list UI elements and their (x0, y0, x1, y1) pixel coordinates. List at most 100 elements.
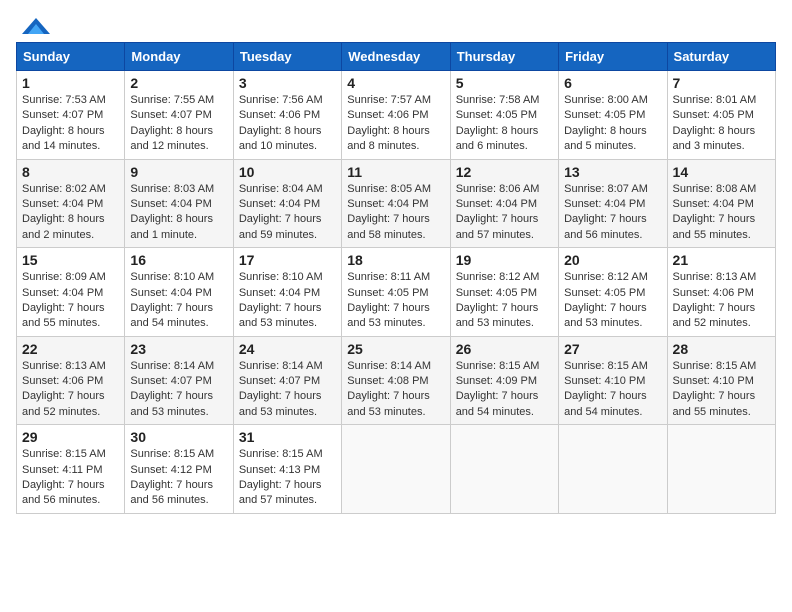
calendar-week-row: 15 Sunrise: 8:09 AM Sunset: 4:04 PM Dayl… (17, 248, 776, 337)
calendar-week-row: 29 Sunrise: 8:15 AM Sunset: 4:11 PM Dayl… (17, 425, 776, 514)
sunset-label: Sunset: 4:04 PM (239, 287, 320, 299)
day-info: Sunrise: 8:11 AM Sunset: 4:05 PM Dayligh… (347, 270, 444, 332)
day-info: Sunrise: 8:08 AM Sunset: 4:04 PM Dayligh… (673, 182, 770, 244)
daylight-label: Daylight: 7 hours and 57 minutes. (239, 479, 322, 506)
calendar-cell: 1 Sunrise: 7:53 AM Sunset: 4:07 PM Dayli… (17, 71, 125, 160)
calendar-table: SundayMondayTuesdayWednesdayThursdayFrid… (16, 42, 776, 514)
day-number: 4 (347, 75, 444, 91)
day-number: 20 (564, 252, 661, 268)
sunset-label: Sunset: 4:05 PM (673, 109, 754, 121)
daylight-label: Daylight: 8 hours and 1 minute. (130, 213, 213, 240)
daylight-label: Daylight: 7 hours and 52 minutes. (673, 302, 756, 329)
day-info: Sunrise: 7:58 AM Sunset: 4:05 PM Dayligh… (456, 93, 553, 155)
daylight-label: Daylight: 7 hours and 53 minutes. (347, 302, 430, 329)
daylight-label: Daylight: 7 hours and 56 minutes. (130, 479, 213, 506)
day-info: Sunrise: 7:53 AM Sunset: 4:07 PM Dayligh… (22, 93, 119, 155)
sunrise-label: Sunrise: 8:05 AM (347, 183, 431, 195)
sunset-label: Sunset: 4:04 PM (673, 198, 754, 210)
day-info: Sunrise: 8:10 AM Sunset: 4:04 PM Dayligh… (239, 270, 336, 332)
day-number: 1 (22, 75, 119, 91)
sunset-label: Sunset: 4:06 PM (673, 287, 754, 299)
sunset-label: Sunset: 4:07 PM (22, 109, 103, 121)
day-info: Sunrise: 8:15 AM Sunset: 4:10 PM Dayligh… (564, 359, 661, 421)
calendar-cell: 4 Sunrise: 7:57 AM Sunset: 4:06 PM Dayli… (342, 71, 450, 160)
day-number: 3 (239, 75, 336, 91)
sunset-label: Sunset: 4:05 PM (456, 287, 537, 299)
calendar-cell: 16 Sunrise: 8:10 AM Sunset: 4:04 PM Dayl… (125, 248, 233, 337)
sunrise-label: Sunrise: 8:00 AM (564, 94, 648, 106)
daylight-label: Daylight: 8 hours and 14 minutes. (22, 125, 105, 152)
day-info: Sunrise: 8:12 AM Sunset: 4:05 PM Dayligh… (564, 270, 661, 332)
sunrise-label: Sunrise: 8:15 AM (456, 360, 540, 372)
calendar-cell: 27 Sunrise: 8:15 AM Sunset: 4:10 PM Dayl… (559, 336, 667, 425)
sunrise-label: Sunrise: 8:06 AM (456, 183, 540, 195)
sunrise-label: Sunrise: 8:14 AM (239, 360, 323, 372)
daylight-label: Daylight: 8 hours and 6 minutes. (456, 125, 539, 152)
weekday-header-tuesday: Tuesday (233, 43, 341, 71)
sunrise-label: Sunrise: 7:55 AM (130, 94, 214, 106)
sunset-label: Sunset: 4:10 PM (673, 375, 754, 387)
daylight-label: Daylight: 8 hours and 3 minutes. (673, 125, 756, 152)
sunrise-label: Sunrise: 8:12 AM (456, 271, 540, 283)
calendar-cell (450, 425, 558, 514)
day-info: Sunrise: 8:06 AM Sunset: 4:04 PM Dayligh… (456, 182, 553, 244)
day-info: Sunrise: 8:10 AM Sunset: 4:04 PM Dayligh… (130, 270, 227, 332)
day-number: 23 (130, 341, 227, 357)
day-number: 29 (22, 429, 119, 445)
day-info: Sunrise: 8:04 AM Sunset: 4:04 PM Dayligh… (239, 182, 336, 244)
calendar-cell: 29 Sunrise: 8:15 AM Sunset: 4:11 PM Dayl… (17, 425, 125, 514)
day-number: 11 (347, 164, 444, 180)
daylight-label: Daylight: 7 hours and 55 minutes. (22, 302, 105, 329)
sunrise-label: Sunrise: 8:10 AM (239, 271, 323, 283)
day-info: Sunrise: 8:03 AM Sunset: 4:04 PM Dayligh… (130, 182, 227, 244)
day-info: Sunrise: 7:57 AM Sunset: 4:06 PM Dayligh… (347, 93, 444, 155)
daylight-label: Daylight: 7 hours and 57 minutes. (456, 213, 539, 240)
calendar-cell (667, 425, 775, 514)
calendar-cell: 25 Sunrise: 8:14 AM Sunset: 4:08 PM Dayl… (342, 336, 450, 425)
day-info: Sunrise: 8:13 AM Sunset: 4:06 PM Dayligh… (673, 270, 770, 332)
sunset-label: Sunset: 4:06 PM (347, 109, 428, 121)
calendar-cell: 5 Sunrise: 7:58 AM Sunset: 4:05 PM Dayli… (450, 71, 558, 160)
day-number: 22 (22, 341, 119, 357)
day-number: 18 (347, 252, 444, 268)
daylight-label: Daylight: 7 hours and 52 minutes. (22, 390, 105, 417)
sunset-label: Sunset: 4:04 PM (130, 287, 211, 299)
daylight-label: Daylight: 7 hours and 59 minutes. (239, 213, 322, 240)
sunrise-label: Sunrise: 8:12 AM (564, 271, 648, 283)
day-info: Sunrise: 8:00 AM Sunset: 4:05 PM Dayligh… (564, 93, 661, 155)
calendar-header-row: SundayMondayTuesdayWednesdayThursdayFrid… (17, 43, 776, 71)
calendar-cell: 22 Sunrise: 8:13 AM Sunset: 4:06 PM Dayl… (17, 336, 125, 425)
daylight-label: Daylight: 7 hours and 55 minutes. (673, 213, 756, 240)
day-info: Sunrise: 8:14 AM Sunset: 4:07 PM Dayligh… (130, 359, 227, 421)
calendar-cell: 24 Sunrise: 8:14 AM Sunset: 4:07 PM Dayl… (233, 336, 341, 425)
sunset-label: Sunset: 4:05 PM (564, 287, 645, 299)
sunset-label: Sunset: 4:05 PM (347, 287, 428, 299)
sunrise-label: Sunrise: 8:13 AM (22, 360, 106, 372)
sunset-label: Sunset: 4:13 PM (239, 464, 320, 476)
daylight-label: Daylight: 8 hours and 5 minutes. (564, 125, 647, 152)
day-number: 13 (564, 164, 661, 180)
sunrise-label: Sunrise: 8:15 AM (239, 448, 323, 460)
day-number: 31 (239, 429, 336, 445)
calendar-week-row: 8 Sunrise: 8:02 AM Sunset: 4:04 PM Dayli… (17, 159, 776, 248)
daylight-label: Daylight: 7 hours and 53 minutes. (239, 390, 322, 417)
day-number: 24 (239, 341, 336, 357)
day-number: 16 (130, 252, 227, 268)
sunrise-label: Sunrise: 8:14 AM (347, 360, 431, 372)
weekday-header-sunday: Sunday (17, 43, 125, 71)
day-info: Sunrise: 8:14 AM Sunset: 4:08 PM Dayligh… (347, 359, 444, 421)
day-number: 6 (564, 75, 661, 91)
sunrise-label: Sunrise: 8:01 AM (673, 94, 757, 106)
daylight-label: Daylight: 7 hours and 53 minutes. (347, 390, 430, 417)
sunrise-label: Sunrise: 8:09 AM (22, 271, 106, 283)
calendar-cell: 2 Sunrise: 7:55 AM Sunset: 4:07 PM Dayli… (125, 71, 233, 160)
page-header (16, 16, 776, 34)
calendar-cell: 7 Sunrise: 8:01 AM Sunset: 4:05 PM Dayli… (667, 71, 775, 160)
day-info: Sunrise: 8:15 AM Sunset: 4:12 PM Dayligh… (130, 447, 227, 509)
calendar-cell: 9 Sunrise: 8:03 AM Sunset: 4:04 PM Dayli… (125, 159, 233, 248)
sunset-label: Sunset: 4:07 PM (239, 375, 320, 387)
calendar-cell: 17 Sunrise: 8:10 AM Sunset: 4:04 PM Dayl… (233, 248, 341, 337)
daylight-label: Daylight: 7 hours and 54 minutes. (564, 390, 647, 417)
calendar-cell: 31 Sunrise: 8:15 AM Sunset: 4:13 PM Dayl… (233, 425, 341, 514)
sunset-label: Sunset: 4:06 PM (22, 375, 103, 387)
